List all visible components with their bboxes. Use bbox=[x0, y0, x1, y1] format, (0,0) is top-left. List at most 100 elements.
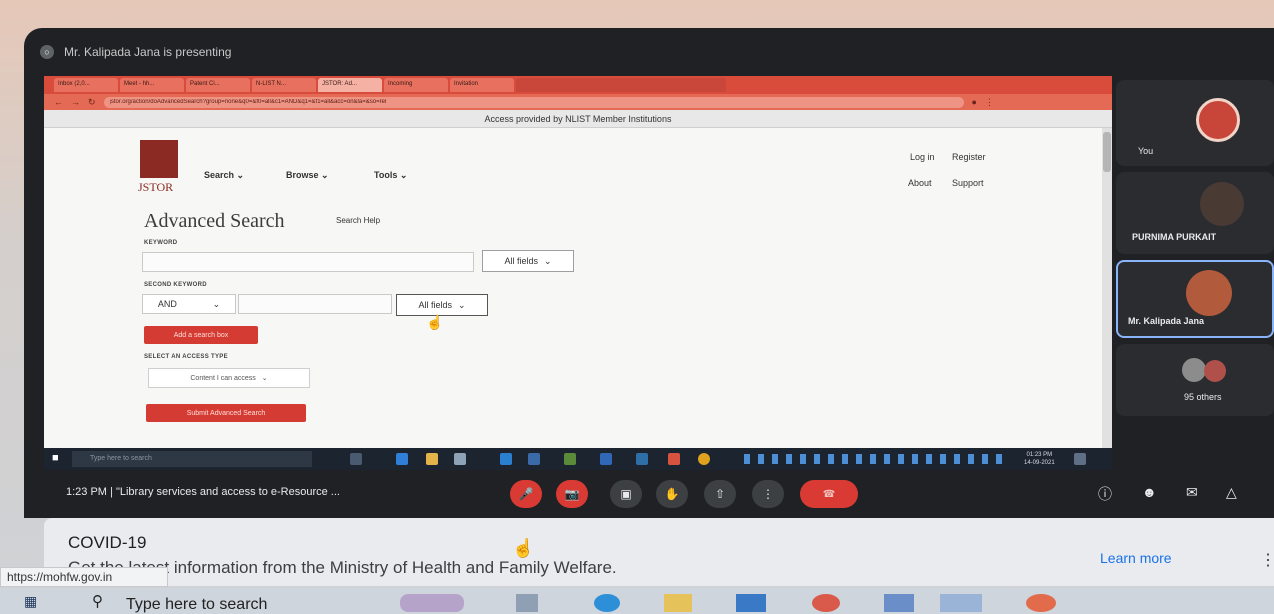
extension-icon[interactable]: ● bbox=[972, 97, 977, 107]
present-icon: ⇧ bbox=[714, 487, 726, 501]
nav-tools[interactable]: Tools ⌄ bbox=[374, 170, 407, 181]
captions-icon: ▣ bbox=[620, 487, 632, 501]
raise-hand-button[interactable]: ✋ bbox=[656, 480, 688, 508]
browser-tab[interactable]: Incoming bbox=[384, 78, 448, 92]
presenting-text: Mr. Kalipada Jana is presenting bbox=[64, 45, 232, 59]
app-icon[interactable] bbox=[940, 594, 982, 612]
chrome-icon[interactable] bbox=[698, 453, 710, 465]
browser-tab[interactable]: Meet - hh... bbox=[120, 78, 184, 92]
chevron-down-icon: ⌄ bbox=[212, 298, 221, 309]
activities-icon[interactable]: △ bbox=[1226, 484, 1237, 501]
more-vert-icon[interactable]: ⋮ bbox=[1260, 550, 1274, 570]
search-icon[interactable]: ⚲ bbox=[92, 592, 103, 610]
chevron-down-icon: ⌄ bbox=[321, 170, 329, 180]
word-icon[interactable] bbox=[600, 453, 612, 465]
meeting-separator: | bbox=[110, 486, 113, 498]
about-link[interactable]: About bbox=[908, 178, 932, 188]
learn-more-link[interactable]: Learn more bbox=[1100, 550, 1172, 566]
avatar bbox=[1204, 360, 1226, 382]
camera-off-button[interactable]: 📷 bbox=[556, 480, 588, 508]
submit-advanced-search-button[interactable]: Submit Advanced Search bbox=[146, 404, 306, 422]
support-link[interactable]: Support bbox=[952, 178, 984, 188]
host-search-box[interactable]: Type here to search bbox=[126, 596, 267, 614]
edge-icon[interactable] bbox=[594, 594, 620, 612]
shared-clock-time: 01:23 PM bbox=[1026, 452, 1053, 458]
jstor-page: JSTOR Search ⌄ Browse ⌄ Tools ⌄ Log in R… bbox=[44, 128, 1102, 448]
nav-browse[interactable]: Browse ⌄ bbox=[286, 170, 329, 181]
file-explorer-icon[interactable] bbox=[426, 453, 438, 465]
chevron-down-icon: ⌄ bbox=[236, 170, 245, 180]
hand-cursor-icon: ☝ bbox=[426, 314, 444, 330]
task-view-icon[interactable] bbox=[350, 453, 362, 465]
shared-search-box[interactable]: Type here to search bbox=[72, 451, 312, 467]
forward-icon[interactable]: → bbox=[71, 97, 80, 107]
app-icon[interactable] bbox=[636, 453, 648, 465]
second-keyword-label: SECOND KEYWORD bbox=[144, 282, 207, 288]
browser-address-bar: ← → ↻ ● ⋮ bbox=[44, 94, 1112, 110]
app-icon[interactable] bbox=[400, 594, 464, 612]
mail-icon[interactable] bbox=[500, 453, 512, 465]
captions-button[interactable]: ▣ bbox=[610, 480, 642, 508]
participant-tile-others[interactable]: 95 others bbox=[1116, 344, 1274, 416]
browser-tab[interactable]: Inbox (2,0... bbox=[54, 78, 118, 92]
browser-tab-active[interactable]: JSTOR: Ad... bbox=[318, 78, 382, 92]
menu-icon[interactable]: ⋮ bbox=[985, 97, 994, 108]
participant-tile-you[interactable]: You bbox=[1116, 80, 1274, 166]
second-keyword-input[interactable] bbox=[238, 294, 392, 314]
browser-tab[interactable]: N-LIST N... bbox=[252, 78, 316, 92]
participant-tile-presenter[interactable]: Mr. Kalipada Jana bbox=[1116, 260, 1274, 338]
jstor-logo-icon[interactable] bbox=[140, 140, 178, 178]
reload-icon[interactable]: ↻ bbox=[88, 97, 96, 108]
page-scrollbar[interactable] bbox=[1102, 128, 1112, 448]
scroll-thumb[interactable] bbox=[1103, 132, 1111, 172]
nav-search[interactable]: Search ⌄ bbox=[204, 170, 244, 181]
present-button[interactable]: ⇧ bbox=[704, 480, 736, 508]
register-link[interactable]: Register bbox=[952, 152, 986, 162]
browser-tab[interactable]: Invitation bbox=[450, 78, 514, 92]
chevron-down-icon: ⌄ bbox=[543, 255, 552, 266]
back-icon[interactable]: ← bbox=[54, 97, 63, 107]
boolean-select[interactable]: AND ⌄ bbox=[142, 294, 236, 314]
task-view-icon[interactable] bbox=[516, 594, 538, 612]
app-icon[interactable] bbox=[884, 594, 914, 612]
avatar bbox=[1200, 182, 1244, 226]
covid-title: COVID-19 bbox=[68, 533, 147, 552]
more-options-button[interactable]: ⋮ bbox=[752, 480, 784, 508]
store-icon[interactable] bbox=[736, 594, 766, 612]
browser-tab[interactable]: Patent Ci... bbox=[186, 78, 250, 92]
app-icon[interactable] bbox=[528, 453, 540, 465]
url-input[interactable] bbox=[103, 96, 964, 108]
windows-start-icon[interactable]: ▦ bbox=[24, 593, 37, 610]
jstor-logo-text[interactable]: JSTOR bbox=[138, 180, 173, 195]
search-help-link[interactable]: Search Help bbox=[336, 216, 380, 225]
edge-icon[interactable] bbox=[396, 453, 408, 465]
hand-cursor-icon: ☝ bbox=[512, 538, 535, 558]
store-icon[interactable] bbox=[454, 453, 466, 465]
chrome-icon[interactable] bbox=[668, 453, 680, 465]
end-call-button[interactable]: ☎ bbox=[800, 480, 858, 508]
system-tray-icons[interactable] bbox=[744, 454, 1004, 464]
chrome-icon[interactable] bbox=[1026, 594, 1056, 612]
login-link[interactable]: Log in bbox=[910, 152, 935, 162]
chevron-down-icon: ⌄ bbox=[261, 375, 268, 382]
people-icon[interactable]: ☻ bbox=[1142, 484, 1157, 500]
app-icon[interactable] bbox=[564, 453, 576, 465]
keyword-input[interactable] bbox=[142, 252, 474, 272]
browser-tab[interactable] bbox=[516, 78, 726, 92]
info-icon[interactable]: ⓘ bbox=[1098, 484, 1112, 504]
keyword-label: KEYWORD bbox=[144, 240, 178, 246]
access-type-select[interactable]: Content I can access ⌄ bbox=[148, 368, 310, 388]
field-select-1[interactable]: All fields ⌄ bbox=[482, 250, 574, 272]
status-bar-url: https://mohfw.gov.in bbox=[0, 567, 168, 587]
chevron-down-icon: ⌄ bbox=[399, 170, 408, 180]
chrome-icon[interactable] bbox=[812, 594, 840, 612]
participant-tile[interactable]: PURNIMA PURKAIT bbox=[1116, 172, 1274, 254]
windows-start-icon[interactable]: ■ bbox=[52, 452, 59, 464]
mic-off-button[interactable]: 🎤 bbox=[510, 480, 542, 508]
notification-icon[interactable] bbox=[1074, 453, 1086, 465]
file-explorer-icon[interactable] bbox=[664, 594, 692, 612]
field-select-1-value: All fields bbox=[504, 256, 538, 266]
field-select-2[interactable]: All fields ⌄ bbox=[396, 294, 488, 316]
add-search-box-button[interactable]: Add a search box bbox=[144, 326, 258, 344]
chat-icon[interactable]: ✉ bbox=[1186, 484, 1198, 501]
